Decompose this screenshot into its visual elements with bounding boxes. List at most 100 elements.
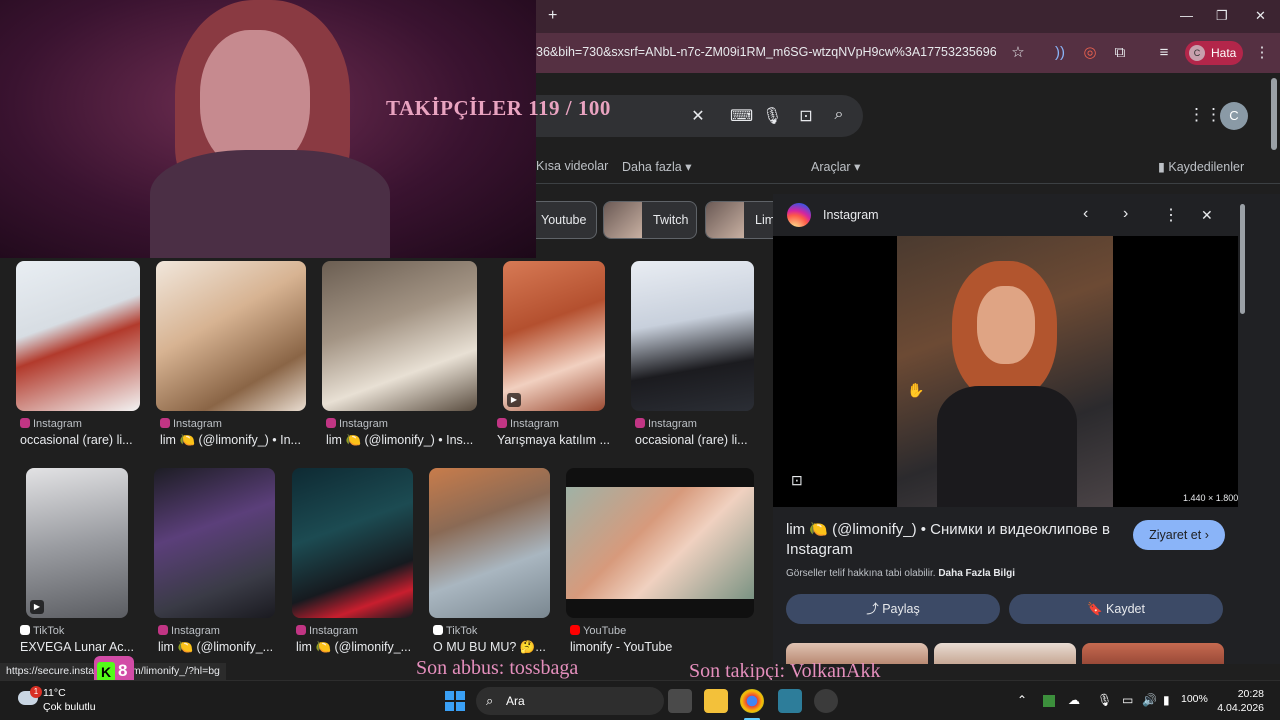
mouse-cursor-icon: ✋ [907, 382, 925, 398]
panel-title[interactable]: lim 🍋 (@limonify_) • Снимки и видеоклипо… [786, 520, 1126, 560]
visit-button[interactable]: Ziyaret et › [1133, 520, 1225, 550]
result-title-1[interactable]: occasional (rare) li... [20, 433, 136, 447]
lens-search-icon[interactable]: ⊡ [796, 106, 816, 126]
weather-temp[interactable]: 11°C [43, 687, 66, 699]
instagram-icon [158, 625, 168, 635]
app-icon[interactable] [814, 689, 838, 713]
related-image-3[interactable] [1082, 643, 1224, 664]
share-button[interactable]: ⤴ Paylaş [786, 594, 1000, 624]
chrome-icon[interactable] [740, 689, 764, 713]
voice-search-icon[interactable]: 🎙 [762, 106, 782, 126]
onedrive-icon[interactable]: ☁ [1068, 693, 1080, 707]
task-view-icon[interactable] [668, 689, 692, 713]
extensions-puzzle-icon[interactable]: ⧉ [1110, 43, 1130, 63]
lens-icon[interactable]: ⊡ [791, 472, 803, 489]
tab-short-videos[interactable]: Kısa videolar [536, 159, 608, 173]
preview-image-container[interactable]: ✋ [773, 236, 1238, 507]
store-icon[interactable] [778, 689, 802, 713]
maximize-button[interactable]: ❐ [1216, 8, 1228, 24]
close-panel-button[interactable]: ✕ [1201, 207, 1213, 224]
result-image-1[interactable] [16, 261, 140, 411]
panel-source[interactable]: Instagram [823, 208, 879, 222]
result-title-3[interactable]: lim 🍋 (@limonify_) • Ins... [326, 433, 476, 448]
webcam-body [150, 150, 390, 258]
taskbar-search[interactable]: ⌕ Ara [476, 687, 664, 715]
page-scrollbar[interactable] [1271, 78, 1277, 150]
image-preview-panel: Instagram ‹ › ⋮ ✕ ✋ ⊡ 1.440 × 1.800 lim … [773, 194, 1280, 664]
result-title-9[interactable]: O MU BU MU? 🤔... [433, 640, 549, 655]
new-tab-button[interactable]: + [548, 7, 557, 25]
profile-button[interactable]: C Hata [1185, 41, 1243, 65]
result-title-10[interactable]: limonify - YouTube [570, 640, 750, 654]
result-source-3: Instagram [326, 418, 388, 430]
taskbar-search-label: Ara [506, 694, 525, 708]
panel-scrollbar[interactable] [1240, 204, 1245, 314]
search-icon[interactable]: ⌕ [829, 106, 849, 124]
chip-label: Youtube [541, 213, 587, 227]
read-aloud-icon[interactable]: )) [1050, 43, 1070, 63]
instagram-icon [326, 418, 336, 428]
related-image-2[interactable] [934, 643, 1076, 664]
next-image-button[interactable]: › [1123, 205, 1128, 223]
network-icon[interactable]: ▭ [1122, 693, 1133, 707]
tab-more[interactable]: Daha fazla ▾ [622, 159, 692, 174]
result-source-2: Instagram [160, 418, 222, 430]
close-window-button[interactable]: ✕ [1255, 8, 1266, 24]
clock[interactable]: 20:28 4.04.2026 [1210, 687, 1264, 715]
start-button[interactable] [445, 691, 465, 711]
result-image-8[interactable] [292, 468, 413, 618]
media-controls-icon[interactable]: ≡ [1154, 43, 1174, 63]
minimize-button[interactable]: — [1180, 8, 1193, 23]
previous-image-button[interactable]: ‹ [1083, 205, 1088, 223]
result-image-6[interactable]: ▶ [26, 468, 128, 618]
extension-icon[interactable]: ◎ [1080, 43, 1100, 63]
result-title-4[interactable]: Yarışmaya katılım ... [497, 433, 609, 447]
keyboard-icon[interactable]: ⌨ [730, 106, 753, 126]
more-options-button[interactable]: ⋮ [1163, 205, 1179, 225]
result-title-2[interactable]: lim 🍋 (@limonify_) • In... [160, 433, 306, 448]
result-source-5: Instagram [635, 418, 697, 430]
account-avatar[interactable]: C [1220, 102, 1248, 130]
microphone-icon[interactable]: 🎙 [1097, 693, 1112, 707]
nvidia-icon[interactable] [1043, 695, 1055, 707]
result-image-10[interactable] [566, 468, 754, 618]
tools-button[interactable]: Araçlar ▾ [811, 159, 860, 174]
result-image-2[interactable] [156, 261, 306, 411]
youtube-thumbnail [566, 487, 754, 599]
tray-chevron-icon[interactable]: ⌃ [1017, 693, 1027, 707]
result-title-7[interactable]: lim 🍋 (@limonify_... [158, 640, 274, 655]
clear-search-icon[interactable]: ✕ [688, 106, 708, 126]
result-image-7[interactable] [154, 468, 275, 618]
saved-link[interactable]: ▮ Kaydedilenler [1158, 159, 1244, 174]
result-image-3[interactable] [322, 261, 477, 411]
follower-goal: TAKİPÇİLER 119 / 100 [386, 96, 611, 120]
profile-status-label: Hata [1211, 46, 1237, 60]
result-source-8: Instagram [296, 625, 358, 637]
chip-lim[interactable]: Lim [705, 201, 773, 239]
volume-icon[interactable]: 🔊 [1142, 693, 1157, 707]
result-image-4[interactable]: ▶ [503, 261, 605, 411]
result-title-8[interactable]: lim 🍋 (@limonify_... [296, 640, 410, 655]
chip-thumbnail [604, 202, 642, 238]
tiktok-icon [20, 625, 30, 635]
result-image-9[interactable] [429, 468, 550, 618]
save-button[interactable]: 🔖 Kaydet [1009, 594, 1223, 624]
last-abuse-text: Son abbus: tossbaga [416, 657, 579, 679]
weather-desc[interactable]: Çok bulutlu [43, 701, 96, 713]
more-info-link[interactable]: Daha Fazla Bilgi [938, 568, 1015, 579]
webcam-face [200, 30, 310, 170]
result-title-5[interactable]: occasional (rare) li... [635, 433, 753, 447]
kick-logo-icon: K [97, 662, 115, 682]
battery-icon[interactable]: ▮ [1163, 693, 1170, 707]
preview-image [897, 236, 1113, 507]
chrome-menu-icon[interactable]: ⋮ [1252, 43, 1272, 63]
chip-twitch[interactable]: Twitch [603, 201, 697, 239]
result-title-6[interactable]: EXVEGA Lunar Ac... [20, 640, 136, 654]
chip-thumbnail [706, 202, 744, 238]
result-image-5[interactable] [631, 261, 754, 411]
preview-shirt [937, 386, 1077, 507]
address-bar[interactable]: 36&bih=730&sxsrf=ANbL-n7c-ZM09i1RM_m6SG-… [536, 45, 996, 59]
file-explorer-icon[interactable] [704, 689, 728, 713]
result-source-1: Instagram [20, 418, 82, 430]
bookmark-star-icon[interactable]: ☆ [1008, 43, 1028, 63]
